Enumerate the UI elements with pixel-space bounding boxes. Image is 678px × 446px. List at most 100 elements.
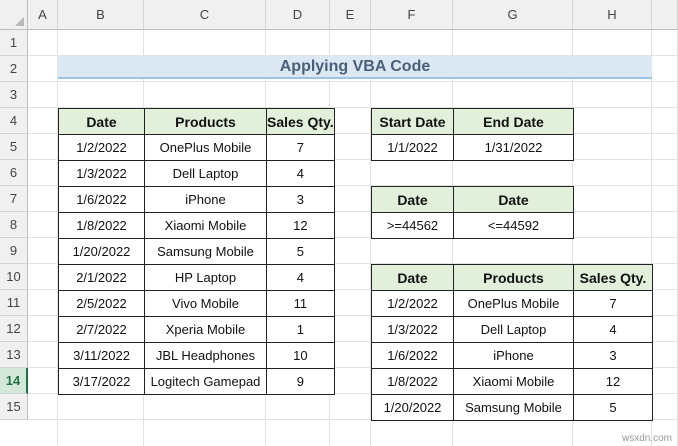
table-cell[interactable]: Xiaomi Mobile xyxy=(144,212,267,239)
table-cell[interactable]: Dell Laptop xyxy=(144,160,267,187)
table-cell[interactable]: 7 xyxy=(266,134,335,161)
column-header-e[interactable]: E xyxy=(330,0,371,30)
table-cell[interactable]: <=44592 xyxy=(453,212,574,239)
table-cell[interactable]: 1/2/2022 xyxy=(371,290,454,317)
header-cell[interactable]: Sales Qty. xyxy=(573,264,653,291)
column-header-b[interactable]: B xyxy=(58,0,144,30)
row-header-10[interactable]: 10 xyxy=(0,264,28,290)
header-cell[interactable]: Start Date xyxy=(371,108,454,135)
header-cell[interactable]: Sales Qty. xyxy=(266,108,335,135)
table-cell[interactable]: Xperia Mobile xyxy=(144,316,267,343)
table-cell[interactable]: 5 xyxy=(266,238,335,265)
select-all-triangle-icon xyxy=(15,17,24,26)
table-cell[interactable]: 12 xyxy=(573,368,653,395)
column-header-c[interactable]: C xyxy=(144,0,266,30)
table-cell[interactable]: Logitech Gamepad xyxy=(144,368,267,395)
sales-data-table: Date Products Sales Qty. 1/2/2022 OnePlus Mo… xyxy=(58,108,335,395)
table-cell[interactable]: 1/6/2022 xyxy=(58,186,145,213)
table-cell[interactable]: HP Laptop xyxy=(144,264,267,291)
watermark-text: wsxdn.com xyxy=(621,433,672,444)
table-cell[interactable]: 1/20/2022 xyxy=(371,394,454,421)
table-cell[interactable]: 1/20/2022 xyxy=(58,238,145,265)
column-header-f[interactable]: F xyxy=(371,0,453,30)
spreadsheet-grid[interactable]: A B C D E F G H 1 2 3 4 5 6 7 8 9 10 11 12 13 14 15 Applying VB… xyxy=(0,0,678,446)
row-header-7[interactable]: 7 xyxy=(0,186,28,212)
table-cell[interactable]: 1/6/2022 xyxy=(371,342,454,369)
table-cell[interactable]: OnePlus Mobile xyxy=(453,290,574,317)
header-cell[interactable]: Products xyxy=(453,264,574,291)
column-header-a[interactable]: A xyxy=(28,0,58,30)
row-header-15[interactable]: 15 xyxy=(0,394,28,420)
row-header-2[interactable]: 2 xyxy=(0,56,28,82)
row-header-13[interactable]: 13 xyxy=(0,342,28,368)
table-cell[interactable]: 3/11/2022 xyxy=(58,342,145,369)
table-cell[interactable]: 3 xyxy=(266,186,335,213)
table-cell[interactable]: 1/8/2022 xyxy=(371,368,454,395)
table-cell[interactable]: 2/1/2022 xyxy=(58,264,145,291)
table-cell[interactable]: 2/7/2022 xyxy=(58,316,145,343)
header-cell[interactable]: Date xyxy=(371,186,454,213)
table-cell[interactable]: 1/31/2022 xyxy=(453,134,574,161)
table-cell[interactable]: 1/2/2022 xyxy=(58,134,145,161)
table-row: 1/3/2022 Dell Laptop 4 xyxy=(371,316,653,343)
table-cell[interactable]: 11 xyxy=(266,290,335,317)
date-range-table: Start Date End Date 1/1/2022 1/31/2022 xyxy=(371,108,574,161)
table-cell[interactable]: 7 xyxy=(573,290,653,317)
table-cell[interactable]: Samsung Mobile xyxy=(453,394,574,421)
header-cell[interactable]: Date xyxy=(58,108,145,135)
header-cell[interactable]: End Date xyxy=(453,108,574,135)
row-header-12[interactable]: 12 xyxy=(0,316,28,342)
table-row: >=44562 <=44592 xyxy=(371,212,574,239)
table-cell[interactable]: 1 xyxy=(266,316,335,343)
column-header-empty[interactable] xyxy=(652,0,678,30)
table-row: 2/1/2022 HP Laptop 4 xyxy=(58,264,335,291)
header-cell[interactable]: Date xyxy=(453,186,574,213)
table-cell[interactable]: 2/5/2022 xyxy=(58,290,145,317)
column-header-d[interactable]: D xyxy=(266,0,330,30)
table-cell[interactable]: 3 xyxy=(573,342,653,369)
header-cell[interactable]: Date xyxy=(371,264,454,291)
row-header-4[interactable]: 4 xyxy=(0,108,28,134)
table-cell[interactable]: 1/3/2022 xyxy=(58,160,145,187)
table-cell[interactable]: OnePlus Mobile xyxy=(144,134,267,161)
table-cell[interactable]: iPhone xyxy=(144,186,267,213)
table-cell[interactable]: 12 xyxy=(266,212,335,239)
table-header-row: Date Date xyxy=(371,186,574,213)
table-cell[interactable]: 1/1/2022 xyxy=(371,134,454,161)
table-cell[interactable]: JBL Headphones xyxy=(144,342,267,369)
table-header-row: Date Products Sales Qty. xyxy=(58,108,335,135)
column-header-g[interactable]: G xyxy=(453,0,573,30)
row-header-5[interactable]: 5 xyxy=(0,134,28,160)
table-row: 3/17/2022 Logitech Gamepad 9 xyxy=(58,368,335,395)
table-cell[interactable]: 10 xyxy=(266,342,335,369)
row-header-8[interactable]: 8 xyxy=(0,212,28,238)
table-cell[interactable]: 3/17/2022 xyxy=(58,368,145,395)
row-header-3[interactable]: 3 xyxy=(0,82,28,108)
row-header-14[interactable]: 14 xyxy=(0,368,28,394)
table-cell[interactable]: 4 xyxy=(573,316,653,343)
table-cell[interactable]: 5 xyxy=(573,394,653,421)
row-header-6[interactable]: 6 xyxy=(0,160,28,186)
table-cell[interactable]: 1/3/2022 xyxy=(371,316,454,343)
table-cell[interactable]: 1/8/2022 xyxy=(58,212,145,239)
table-row: 1/6/2022 iPhone 3 xyxy=(371,342,653,369)
table-cell[interactable]: Dell Laptop xyxy=(453,316,574,343)
table-cell[interactable]: Vivo Mobile xyxy=(144,290,267,317)
header-cell[interactable]: Products xyxy=(144,108,267,135)
criteria-table: Date Date >=44562 <=44592 xyxy=(371,186,574,239)
row-header-9[interactable]: 9 xyxy=(0,238,28,264)
table-cell[interactable]: 4 xyxy=(266,160,335,187)
table-row: 2/5/2022 Vivo Mobile 11 xyxy=(58,290,335,317)
column-header-h[interactable]: H xyxy=(573,0,652,30)
table-cell[interactable]: Xiaomi Mobile xyxy=(453,368,574,395)
row-header-11[interactable]: 11 xyxy=(0,290,28,316)
table-cell[interactable]: >=44562 xyxy=(371,212,454,239)
table-cell[interactable]: 4 xyxy=(266,264,335,291)
table-row: 1/2/2022 OnePlus Mobile 7 xyxy=(371,290,653,317)
select-all-corner[interactable] xyxy=(0,0,28,30)
table-row: 1/8/2022 Xiaomi Mobile 12 xyxy=(58,212,335,239)
table-cell[interactable]: Samsung Mobile xyxy=(144,238,267,265)
table-cell[interactable]: 9 xyxy=(266,368,335,395)
row-header-1[interactable]: 1 xyxy=(0,30,28,56)
table-cell[interactable]: iPhone xyxy=(453,342,574,369)
